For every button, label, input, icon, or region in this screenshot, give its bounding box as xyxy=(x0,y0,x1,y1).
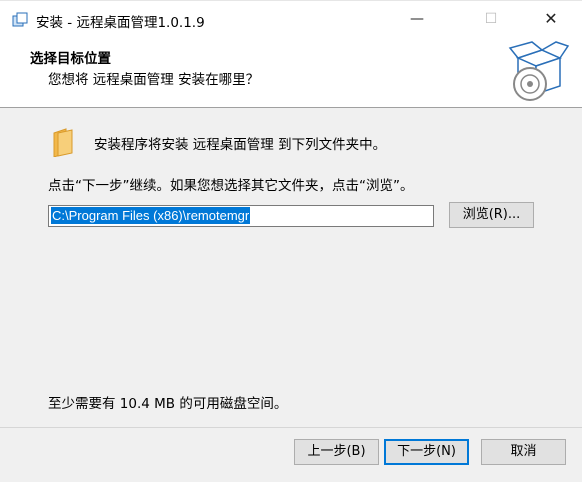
page-subtitle: 您想将 远程桌面管理 安装在哪里？ xyxy=(48,72,260,88)
footer-divider xyxy=(0,427,582,428)
intro-text: 安装程序将安装 远程桌面管理 到下列文件夹中。 xyxy=(94,137,387,153)
minimize-button[interactable]: — xyxy=(394,1,440,37)
back-button[interactable]: 上一步(B) xyxy=(294,439,379,465)
wizard-header: 选择目标位置 您想将 远程桌面管理 安装在哪里？ xyxy=(0,36,582,108)
instruction-text: 点击“下一步”继续。如果您想选择其它文件夹，点击“浏览”。 xyxy=(48,178,414,194)
close-button[interactable]: ✕ xyxy=(528,1,574,37)
browse-button[interactable]: 浏览(R)... xyxy=(449,202,534,228)
next-button[interactable]: 下一步(N) xyxy=(384,439,469,465)
page-title: 选择目标位置 xyxy=(30,51,111,67)
setup-box-disc-icon xyxy=(508,41,570,101)
folder-icon xyxy=(53,128,73,157)
cancel-button[interactable]: 取消 xyxy=(481,439,566,465)
disk-space-text: 至少需要有 10.4 MB 的可用磁盘空间。 xyxy=(48,396,288,412)
install-path-selected-text: C:\Program Files (x86)\remotemgr xyxy=(51,207,251,224)
title-bar: 安装 - 远程桌面管理1.0.1.9 — ☐ ✕ xyxy=(0,0,582,36)
app-installer-icon xyxy=(12,12,28,27)
maximize-button[interactable]: ☐ xyxy=(468,1,514,37)
window-title: 安装 - 远程桌面管理1.0.1.9 xyxy=(36,15,205,31)
